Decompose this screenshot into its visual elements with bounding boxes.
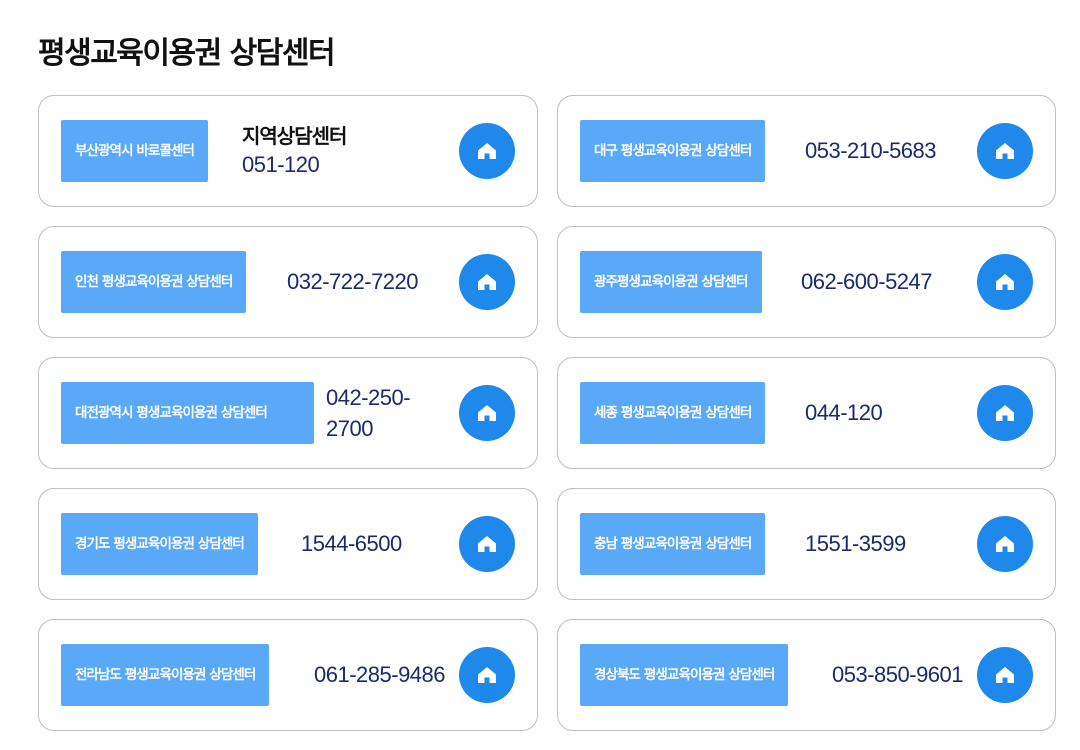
center-phone: 061-285-9486 — [314, 662, 446, 687]
home-icon — [996, 405, 1014, 421]
home-button[interactable] — [977, 647, 1033, 703]
page-title: 평생교육이용권 상담센터 — [38, 36, 336, 71]
center-phone: 062-600-5247 — [801, 269, 933, 294]
center-info: 1544-6500 — [301, 513, 402, 575]
center-info: 042-250-2700 — [326, 382, 431, 444]
center-label: 대구 평생교육이용권 상담센터 — [580, 120, 766, 182]
center-info: 지역상담센터 051-120 — [242, 120, 347, 182]
center-card-sejong: 세종 평생교육이용권 상담센터 044-120 — [557, 357, 1056, 469]
home-icon — [996, 536, 1014, 552]
home-button[interactable] — [977, 254, 1033, 310]
home-icon — [996, 143, 1014, 159]
home-button[interactable] — [459, 385, 515, 441]
center-phone: 042-250-2700 — [326, 385, 411, 441]
home-button[interactable] — [459, 516, 515, 572]
home-icon — [478, 667, 496, 683]
home-button[interactable] — [459, 254, 515, 310]
center-phone: 051-120 — [242, 152, 320, 177]
center-info: 061-285-9486 — [314, 644, 446, 706]
center-phone: 044-120 — [805, 400, 883, 425]
home-icon — [996, 274, 1014, 290]
center-phone: 053-850-9601 — [832, 662, 964, 687]
center-label: 전라남도 평생교육이용권 상담센터 — [61, 644, 270, 706]
center-info: 053-210-5683 — [805, 120, 937, 182]
center-label: 부산광역시 바로콜센터 — [61, 120, 208, 182]
center-info: 053-850-9601 — [832, 644, 964, 706]
home-icon — [996, 667, 1014, 683]
center-label: 대전광역시 평생교육이용권 상담센터 — [61, 382, 314, 444]
center-phone: 1551-3599 — [805, 531, 906, 556]
center-label: 충남 평생교육이용권 상담센터 — [580, 513, 766, 575]
center-phone: 1544-6500 — [301, 531, 402, 556]
center-info: 044-120 — [805, 382, 883, 444]
page: 평생교육이용권 상담센터 부산광역시 바로콜센터 지역상담센터 051-120 … — [0, 0, 1080, 750]
center-card-gwangju: 광주평생교육이용권 상담센터 062-600-5247 — [557, 226, 1056, 338]
home-button[interactable] — [977, 516, 1033, 572]
home-icon — [478, 405, 496, 421]
center-card-jeonnam: 전라남도 평생교육이용권 상담센터 061-285-9486 — [38, 619, 538, 731]
center-info: 062-600-5247 — [801, 251, 933, 313]
center-card-gyeonggi: 경기도 평생교육이용권 상담센터 1544-6500 — [38, 488, 538, 600]
center-label: 광주평생교육이용권 상담센터 — [580, 251, 762, 313]
center-title: 지역상담센터 — [242, 124, 347, 148]
home-button[interactable] — [977, 123, 1033, 179]
center-label: 인천 평생교육이용권 상담센터 — [61, 251, 247, 313]
center-list: 부산광역시 바로콜센터 지역상담센터 051-120 대구 평생교육이용권 상담… — [38, 95, 1056, 731]
center-card-daegu: 대구 평생교육이용권 상담센터 053-210-5683 — [557, 95, 1056, 207]
home-icon — [478, 536, 496, 552]
center-card-busan: 부산광역시 바로콜센터 지역상담센터 051-120 — [38, 95, 538, 207]
center-card-chungnam: 충남 평생교육이용권 상담센터 1551-3599 — [557, 488, 1056, 600]
center-info: 1551-3599 — [805, 513, 906, 575]
center-label: 경기도 평생교육이용권 상담센터 — [61, 513, 258, 575]
home-button[interactable] — [459, 647, 515, 703]
home-button[interactable] — [459, 123, 515, 179]
center-card-gyeongbuk: 경상북도 평생교육이용권 상담센터 053-850-9601 — [557, 619, 1056, 731]
center-phone: 053-210-5683 — [805, 138, 937, 163]
center-card-daejeon: 대전광역시 평생교육이용권 상담센터 042-250-2700 — [38, 357, 538, 469]
home-icon — [478, 274, 496, 290]
center-label: 경상북도 평생교육이용권 상담센터 — [580, 644, 789, 706]
center-info: 032-722-7220 — [287, 251, 419, 313]
center-label: 세종 평생교육이용권 상담센터 — [580, 382, 766, 444]
center-phone: 032-722-7220 — [287, 269, 419, 294]
home-button[interactable] — [977, 385, 1033, 441]
home-icon — [478, 143, 496, 159]
center-card-incheon: 인천 평생교육이용권 상담센터 032-722-7220 — [38, 226, 538, 338]
